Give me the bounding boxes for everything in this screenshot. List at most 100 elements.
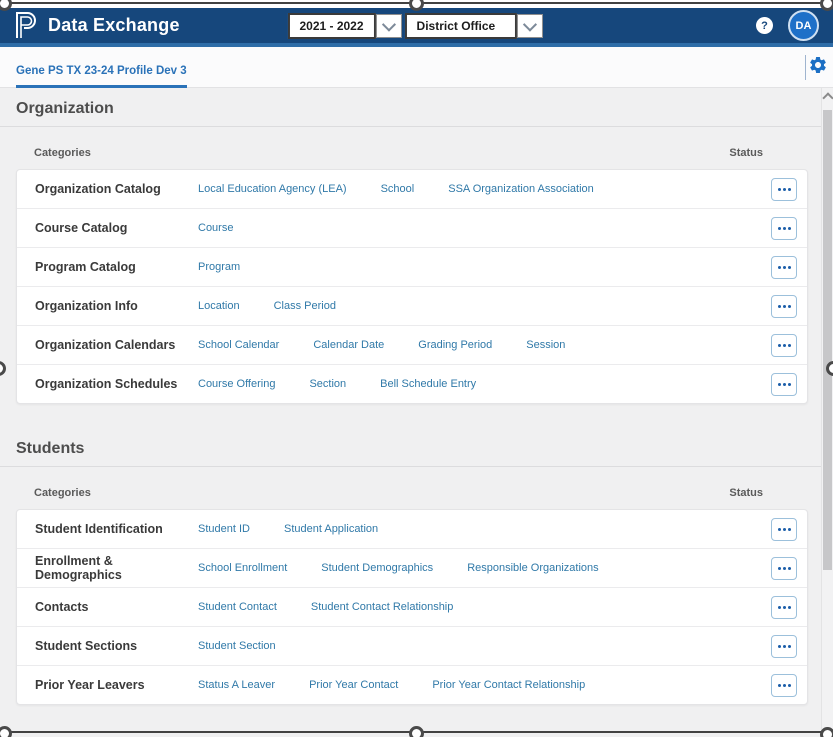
more-actions-button[interactable] <box>771 596 797 619</box>
selection-handle-top-right[interactable] <box>820 0 833 11</box>
tabbar-divider <box>805 55 806 80</box>
category-row: Student IdentificationStudent ID Student … <box>17 510 807 549</box>
more-actions-button[interactable] <box>771 373 797 396</box>
entity-link[interactable]: Section <box>309 378 346 390</box>
ellipsis-dot-icon <box>788 567 791 570</box>
category-name: Program Catalog <box>35 260 198 274</box>
column-headers: CategoriesStatus <box>34 487 808 499</box>
entity-links: Local Education Agency (LEA) School SSA Or… <box>198 183 771 195</box>
help-icon[interactable]: ? <box>756 17 773 34</box>
entity-link[interactable]: Bell Schedule Entry <box>380 378 476 390</box>
tab-profile[interactable]: Gene PS TX 23-24 Profile Dev 3 <box>16 65 187 88</box>
entity-link[interactable]: School Calendar <box>198 339 279 351</box>
user-avatar[interactable]: DA <box>788 10 819 41</box>
ellipsis-dot-icon <box>788 606 791 609</box>
scrollbar-thumb[interactable] <box>823 110 832 570</box>
more-actions-button[interactable] <box>771 557 797 580</box>
more-actions-button[interactable] <box>771 295 797 318</box>
ellipsis-dot-icon <box>778 606 781 609</box>
ellipsis-dot-icon <box>783 227 786 230</box>
more-actions-button[interactable] <box>771 217 797 240</box>
section-title: Students <box>16 428 833 458</box>
entity-link[interactable]: Class Period <box>274 300 336 312</box>
entity-link[interactable]: Prior Year Contact Relationship <box>432 679 585 691</box>
category-row: Program CatalogProgram <box>17 248 807 287</box>
more-actions-button[interactable] <box>771 635 797 658</box>
entity-link[interactable]: Student ID <box>198 523 250 535</box>
selection-handle-bottom-right[interactable] <box>820 727 833 737</box>
entity-link[interactable]: Course Offering <box>198 378 275 390</box>
ellipsis-dot-icon <box>778 645 781 648</box>
entity-link[interactable]: Location <box>198 300 240 312</box>
scroll-up-icon[interactable] <box>822 92 833 103</box>
ellipsis-dot-icon <box>788 305 791 308</box>
category-row: Enrollment & DemographicsSchool Enrollme… <box>17 549 807 588</box>
category-row: ContactsStudent Contact Student Contact R… <box>17 588 807 627</box>
entity-links: Course <box>198 222 771 234</box>
ellipsis-dot-icon <box>788 383 791 386</box>
entity-link[interactable]: Local Education Agency (LEA) <box>198 183 347 195</box>
entity-link[interactable]: Session <box>526 339 565 351</box>
settings-gear-icon[interactable] <box>808 55 828 75</box>
context-selectors: 2021 - 2022 District Office <box>287 13 545 39</box>
selection-handle-bottom[interactable] <box>409 726 424 737</box>
ellipsis-dot-icon <box>783 188 786 191</box>
selection-handle-bottom-left[interactable] <box>0 726 12 737</box>
category-row: Student SectionsStudent Section <box>17 627 807 666</box>
entity-link[interactable]: Responsible Organizations <box>467 562 598 574</box>
organization-chevron-icon[interactable] <box>517 14 543 38</box>
ellipsis-dot-icon <box>778 266 781 269</box>
entity-link[interactable]: Course <box>198 222 233 234</box>
entity-link[interactable]: Grading Period <box>418 339 492 351</box>
entity-link[interactable]: Program <box>198 261 240 273</box>
category-name: Contacts <box>35 600 198 614</box>
entity-link[interactable]: Student Contact Relationship <box>311 601 453 613</box>
entity-link[interactable]: Prior Year Contact <box>309 679 398 691</box>
more-actions-button[interactable] <box>771 256 797 279</box>
entity-link[interactable]: SSA Organization Association <box>448 183 594 195</box>
category-name: Organization Info <box>35 299 198 313</box>
entity-link[interactable]: Calendar Date <box>313 339 384 351</box>
ellipsis-dot-icon <box>788 684 791 687</box>
organization-select[interactable]: District Office <box>405 13 517 39</box>
entity-link[interactable]: School Enrollment <box>198 562 287 574</box>
ellipsis-dot-icon <box>778 383 781 386</box>
ellipsis-dot-icon <box>778 528 781 531</box>
column-headers: CategoriesStatus <box>34 147 808 159</box>
category-row: Organization InfoLocation Class Period <box>17 287 807 326</box>
category-row: Organization CatalogLocal Education Agen… <box>17 170 807 209</box>
more-actions-button[interactable] <box>771 518 797 541</box>
status-label: Status <box>729 487 763 499</box>
vertical-scrollbar[interactable] <box>821 88 833 737</box>
entity-link[interactable]: Student Demographics <box>321 562 433 574</box>
entity-links: School Calendar Calendar Date Grading Peri… <box>198 339 771 351</box>
section-organization: Organization CategoriesStatus Organization… <box>0 88 833 404</box>
ellipsis-dot-icon <box>788 344 791 347</box>
entity-link[interactable]: Student Application <box>284 523 378 535</box>
entity-links: School Enrollment Student Demographics Res… <box>198 562 771 574</box>
ellipsis-dot-icon <box>778 305 781 308</box>
ellipsis-dot-icon <box>783 266 786 269</box>
ellipsis-dot-icon <box>783 528 786 531</box>
entity-link[interactable]: School <box>381 183 415 195</box>
ellipsis-dot-icon <box>788 266 791 269</box>
ellipsis-dot-icon <box>778 684 781 687</box>
category-row: Course CatalogCourse <box>17 209 807 248</box>
more-actions-button[interactable] <box>771 334 797 357</box>
ellipsis-dot-icon <box>788 188 791 191</box>
school-year-chevron-icon[interactable] <box>376 14 402 38</box>
school-year-select[interactable]: 2021 - 2022 <box>287 13 375 39</box>
category-name: Student Identification <box>35 522 198 536</box>
ellipsis-dot-icon <box>783 305 786 308</box>
more-actions-button[interactable] <box>771 674 797 697</box>
entity-link[interactable]: Status A Leaver <box>198 679 275 691</box>
ellipsis-dot-icon <box>783 567 786 570</box>
status-label: Status <box>729 147 763 159</box>
category-name: Enrollment & Demographics <box>35 554 198 582</box>
more-actions-button[interactable] <box>771 178 797 201</box>
entity-link[interactable]: Student Contact <box>198 601 277 613</box>
section-students: Students CategoriesStatus Student Identifi… <box>0 428 833 705</box>
entity-links: Course Offering Section Bell Schedule Entr… <box>198 378 771 390</box>
section-title: Organization <box>16 88 833 118</box>
entity-link[interactable]: Student Section <box>198 640 276 652</box>
